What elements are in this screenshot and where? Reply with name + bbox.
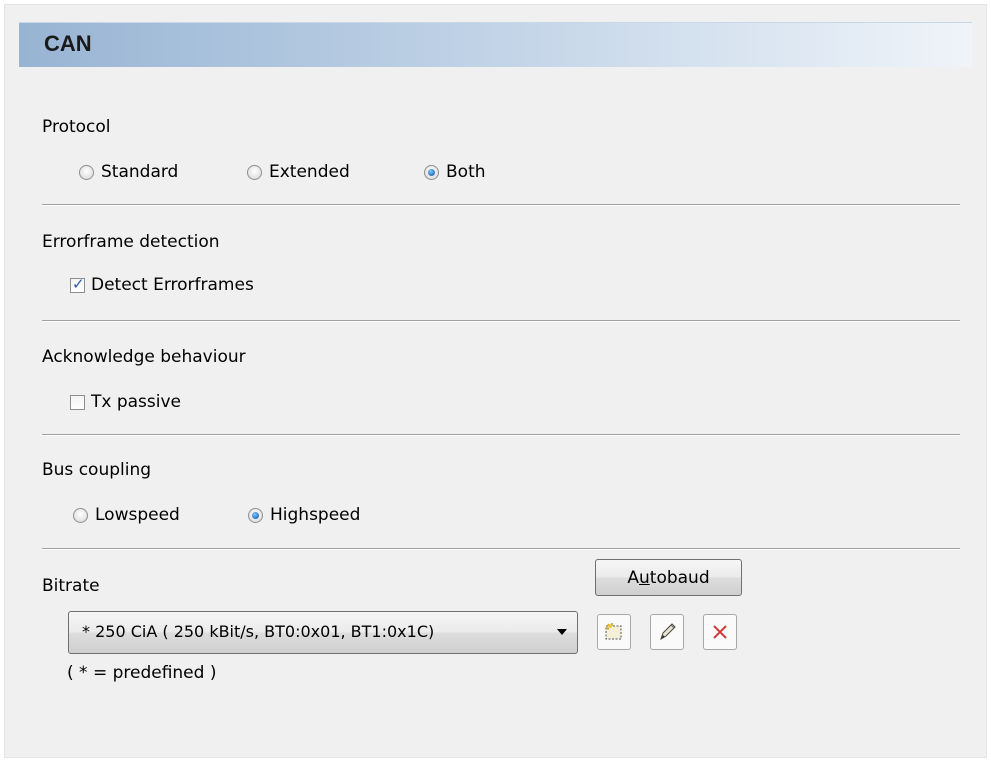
radio-extended-label: Extended bbox=[269, 162, 350, 182]
predefined-note: ( * = predefined ) bbox=[67, 663, 217, 683]
section-title: CAN bbox=[44, 31, 92, 56]
checkbox-detect-errorframes[interactable]: Detect Errorframes bbox=[70, 275, 254, 295]
radio-lowspeed-circle[interactable] bbox=[73, 507, 88, 523]
edit-pencil-icon bbox=[660, 623, 676, 641]
radio-extended-circle[interactable] bbox=[247, 164, 262, 180]
bitrate-select[interactable]: * 250 CiA ( 250 kBit/s, BT0:0x01, BT1:0x… bbox=[68, 611, 578, 654]
delete-x-icon bbox=[713, 625, 727, 639]
bitrate-select-value: * 250 CiA ( 250 kBit/s, BT0:0x01, BT1:0x… bbox=[82, 622, 435, 641]
radio-both[interactable]: Both bbox=[424, 162, 486, 182]
tx-passive-box[interactable] bbox=[70, 394, 85, 410]
detect-errorframes-label: Detect Errorframes bbox=[91, 275, 254, 295]
new-bitrate-button[interactable] bbox=[597, 614, 631, 650]
protocol-label: Protocol bbox=[42, 117, 111, 137]
divider bbox=[42, 204, 960, 206]
delete-bitrate-button[interactable] bbox=[703, 614, 737, 650]
errorframe-label: Errorframe detection bbox=[42, 232, 220, 252]
divider bbox=[42, 548, 960, 550]
edit-bitrate-button[interactable] bbox=[650, 614, 684, 650]
detect-errorframes-box[interactable] bbox=[70, 275, 85, 293]
radio-lowspeed-label: Lowspeed bbox=[95, 505, 180, 525]
checkbox-tx-passive[interactable]: Tx passive bbox=[70, 392, 181, 412]
divider bbox=[42, 434, 960, 436]
radio-lowspeed[interactable]: Lowspeed bbox=[73, 505, 180, 525]
radio-both-circle[interactable] bbox=[424, 164, 439, 180]
radio-extended[interactable]: Extended bbox=[247, 162, 350, 182]
bus-coupling-label: Bus coupling bbox=[42, 460, 152, 480]
radio-standard-circle[interactable] bbox=[79, 164, 94, 180]
radio-both-label: Both bbox=[446, 162, 486, 182]
acknowledge-label: Acknowledge behaviour bbox=[42, 347, 246, 367]
new-bitrate-icon bbox=[605, 623, 622, 640]
radio-highspeed-circle[interactable] bbox=[248, 507, 263, 523]
radio-standard[interactable]: Standard bbox=[79, 162, 178, 182]
autobaud-label: Autobaud bbox=[627, 567, 710, 588]
divider bbox=[42, 320, 960, 322]
bitrate-label: Bitrate bbox=[42, 576, 100, 596]
dropdown-arrow-icon bbox=[557, 629, 567, 635]
section-header: CAN bbox=[19, 22, 972, 67]
radio-highspeed[interactable]: Highspeed bbox=[248, 505, 360, 525]
tx-passive-label: Tx passive bbox=[91, 392, 182, 412]
radio-highspeed-label: Highspeed bbox=[270, 505, 361, 525]
radio-standard-label: Standard bbox=[101, 162, 179, 182]
autobaud-button[interactable]: Autobaud bbox=[595, 559, 742, 596]
